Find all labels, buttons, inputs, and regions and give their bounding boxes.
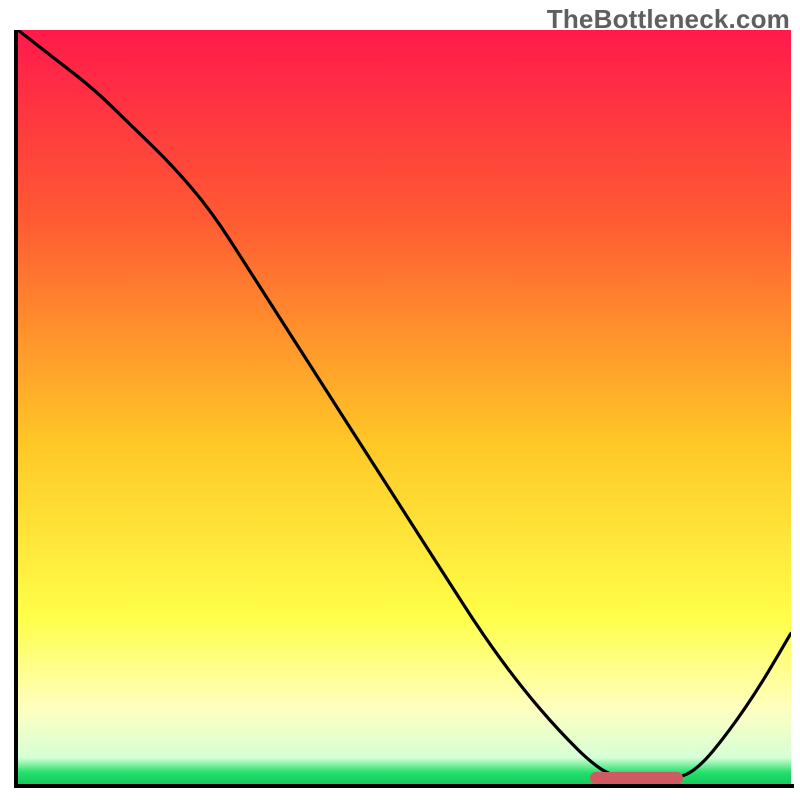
optimal-range-marker: [590, 772, 683, 784]
plot-area: [18, 30, 791, 784]
chart-container: TheBottleneck.com: [0, 0, 800, 800]
bottleneck-curve: [18, 30, 791, 784]
x-axis-line: [14, 784, 794, 788]
watermark-text: TheBottleneck.com: [547, 4, 790, 35]
